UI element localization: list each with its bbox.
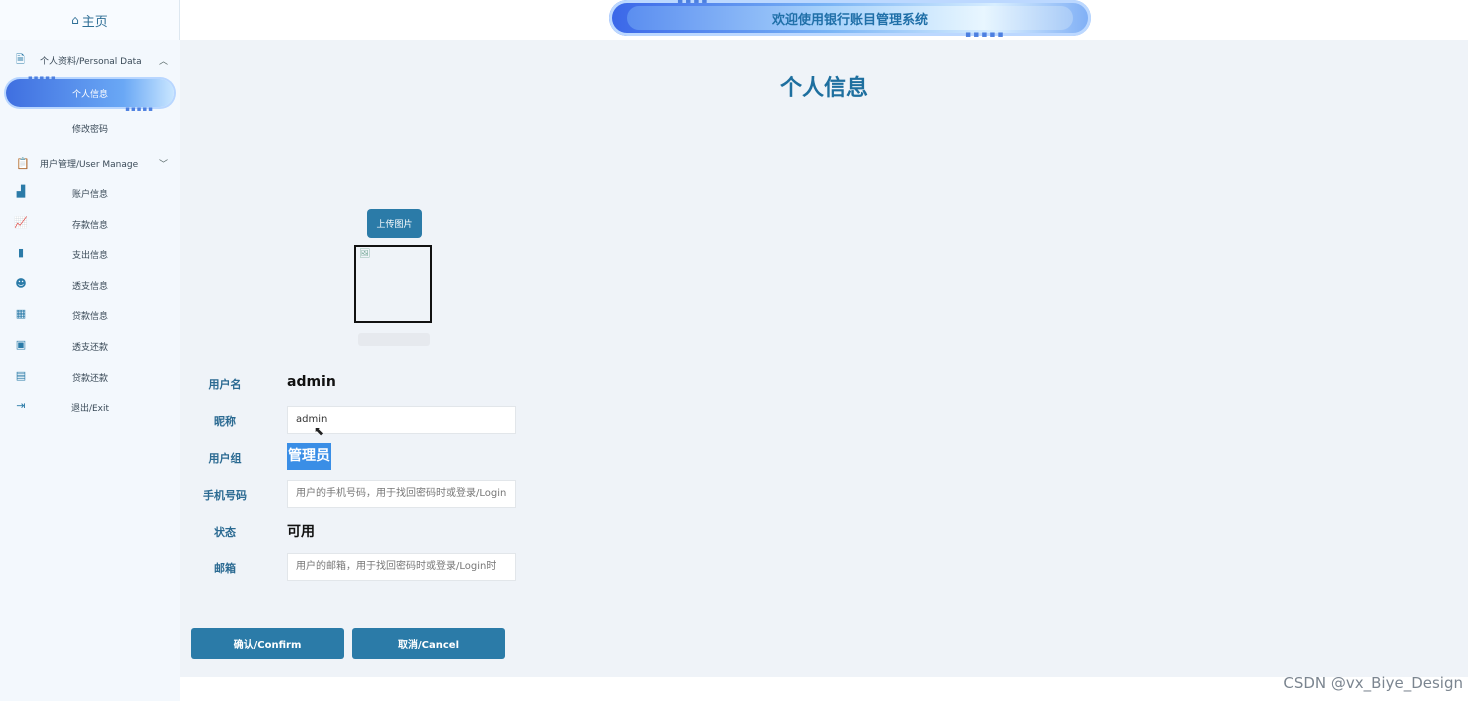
home-link[interactable]: ⌂ 主页: [0, 0, 180, 40]
sidebar-group-user[interactable]: 📋 用户管理/User Manage ﹀: [0, 150, 180, 176]
watermark: CSDN @vx_Biye_Design: [1283, 674, 1463, 692]
phone-field[interactable]: 用户的手机号码，用于找回密码时或登录/Login: [287, 480, 516, 508]
sidebar-item-overdraft-repay[interactable]: ▣ 透支还款: [0, 334, 180, 358]
decor-dots: ▪▪▪▪▪: [125, 105, 154, 113]
sidebar: ⌂ 主页 🗎 个人资料/Personal Data ︿ ▪▪▪▪▪ ▪▪▪▪▪ …: [0, 0, 180, 701]
broken-image-icon: 🖼: [359, 249, 371, 259]
email-field[interactable]: 用户的邮箱，用于找回密码时或登录/Login时: [287, 553, 516, 581]
sidebar-item-loan-repay[interactable]: ▤ 贷款还款: [0, 365, 180, 389]
sidebar-item-personal-info-label: 个人信息: [71, 90, 108, 100]
document-icon: 🗎: [16, 52, 25, 66]
sidebar-item-label: 贷款还款: [71, 374, 108, 384]
chevron-down-icon: ﹀: [159, 159, 169, 170]
username-value: admin: [287, 374, 336, 390]
email-label: 邮箱: [214, 562, 236, 575]
cancel-button[interactable]: 取消/Cancel: [352, 628, 505, 659]
nickname-label: 昵称: [214, 415, 236, 428]
phone-label: 手机号码: [203, 489, 247, 502]
avatar-caption-placeholder: [358, 333, 430, 346]
status-value: 可用: [287, 524, 315, 540]
upload-image-button[interactable]: 上传图片: [367, 209, 422, 238]
page-title: 个人信息: [779, 76, 868, 101]
sidebar-item-loan-info[interactable]: ▦ 贷款信息: [0, 303, 180, 327]
sidebar-item-label: 透支信息: [71, 282, 108, 292]
banner-title: 欢迎使用银行账目管理系统: [771, 13, 928, 28]
main-content: 个人信息 上传图片 🖼 用户名 admin 昵称 admin 用户组 管理员 手…: [180, 40, 1468, 677]
scrollbar-track[interactable]: [1468, 40, 1478, 677]
sidebar-item-overdraft-info[interactable]: ☻ 透支信息: [0, 273, 180, 297]
sidebar-item-account-info[interactable]: ▟ 账户信息: [0, 181, 180, 205]
user-group-label: 用户组: [208, 452, 242, 465]
clipboard-user-icon: 📋: [16, 156, 30, 170]
welcome-banner: ▪▪▪▪ ▪▪▪▪▪ 欢迎使用银行账目管理系统: [609, 0, 1091, 40]
sidebar-item-label: 账户信息: [71, 190, 108, 200]
home-label: 主页: [81, 14, 108, 30]
sidebar-item-label: 存款信息: [71, 221, 108, 231]
chevron-up-icon: ︿: [159, 56, 169, 67]
sidebar-item-label: 退出/Exit: [70, 404, 110, 414]
mouse-cursor-icon: ⬉: [314, 424, 325, 438]
sidebar-group-user-label: 用户管理/User Manage: [40, 159, 139, 170]
sidebar-item-label: 支出信息: [71, 251, 108, 261]
sidebar-item-change-password[interactable]: 修改密码: [0, 116, 180, 140]
sidebar-item-label: 贷款信息: [71, 312, 108, 322]
sidebar-item-label: 透支还款: [71, 343, 108, 353]
avatar-image: 🖼: [354, 245, 432, 323]
confirm-button[interactable]: 确认/Confirm: [191, 628, 344, 659]
sidebar-item-expense-info[interactable]: ▮ 支出信息: [0, 242, 180, 266]
status-label: 状态: [214, 526, 236, 539]
home-icon: ⌂: [71, 13, 79, 27]
user-group-value: 管理员: [287, 443, 331, 470]
decor-dots: ▪▪▪▪: [677, 0, 710, 6]
decor-dots: ▪▪▪▪▪: [28, 74, 57, 82]
decor-dots: ▪▪▪▪▪: [965, 30, 1006, 40]
sidebar-item-label: 修改密码: [71, 125, 108, 135]
username-label: 用户名: [208, 378, 242, 391]
sidebar-group-personal-label: 个人资料/Personal Data: [40, 56, 142, 67]
sidebar-group-personal[interactable]: 🗎 个人资料/Personal Data ︿: [0, 47, 180, 73]
sidebar-item-deposit-info[interactable]: 📈 存款信息: [0, 212, 180, 236]
sidebar-item-exit[interactable]: ⇥ 退出/Exit: [0, 395, 180, 419]
